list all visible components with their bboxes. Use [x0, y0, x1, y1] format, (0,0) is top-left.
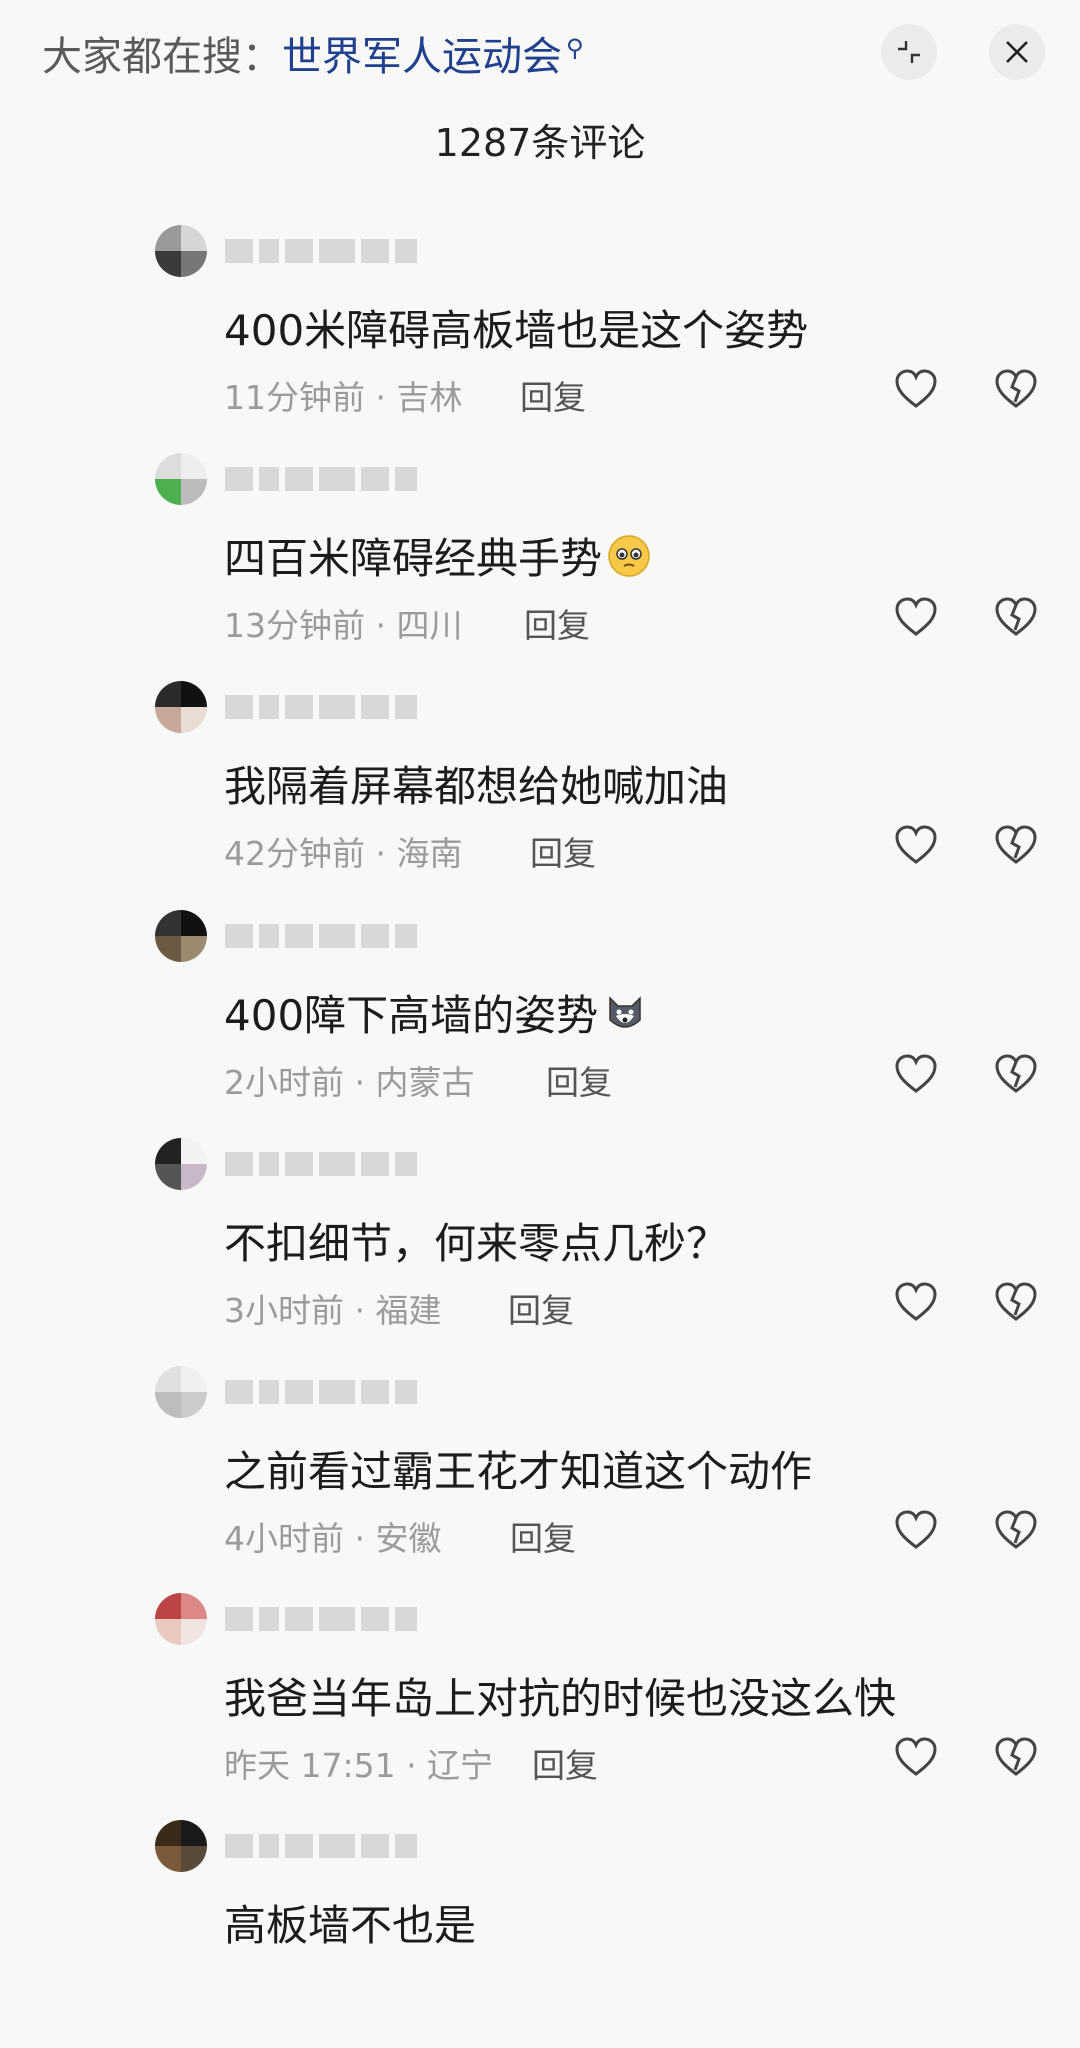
reply-button[interactable]: 回复	[510, 1512, 576, 1560]
comment-item: 四百米障碍经典手势 13分钟前 · 四川 回复	[0, 453, 1080, 681]
username-blurred[interactable]	[225, 695, 465, 723]
dislike-button[interactable]	[990, 593, 1042, 645]
close-icon	[1006, 41, 1028, 63]
comment-text-content: 四百米障碍经典手势	[224, 534, 603, 583]
avatar[interactable]	[155, 1366, 207, 1418]
comment-text-content: 我爸当年岛上对抗的时候也没这么快	[224, 1674, 897, 1723]
heart-icon	[894, 1054, 938, 1098]
broken-heart-icon	[994, 1054, 1038, 1098]
comment-text: 400障下高墙的姿势	[224, 982, 648, 1043]
comment-item: 不扣细节，何来零点几秒？ 3小时前 · 福建 回复	[0, 1138, 1080, 1366]
broken-heart-icon	[994, 825, 1038, 869]
broken-heart-icon	[994, 597, 1038, 641]
search-prefix: 大家都在搜：	[42, 34, 282, 80]
dislike-button[interactable]	[990, 1506, 1042, 1558]
avatar[interactable]	[155, 1138, 207, 1190]
heart-icon	[894, 369, 938, 413]
comment-meta: 2小时前 · 内蒙古	[224, 1063, 475, 1102]
reply-button[interactable]: 回复	[524, 599, 590, 647]
comment-text: 之前看过霸王花才知道这个动作	[224, 1438, 812, 1499]
avatar[interactable]	[155, 681, 207, 733]
reply-button[interactable]: 回复	[530, 827, 596, 875]
comment-text: 我爸当年岛上对抗的时候也没这么快	[224, 1665, 896, 1726]
comment-count: 1287条评论	[434, 121, 646, 165]
heart-icon	[894, 1282, 938, 1326]
comment-meta: 13分钟前 · 四川	[224, 606, 463, 645]
comment-meta: 42分钟前 · 海南	[224, 834, 463, 873]
comment-item: 之前看过霸王花才知道这个动作 4小时前 · 安徽 回复	[0, 1366, 1080, 1594]
comment-text-content: 400米障碍高板墙也是这个姿势	[224, 306, 809, 355]
avatar[interactable]	[155, 910, 207, 962]
comment-item: 高板墙不也是	[0, 1820, 1080, 2048]
heart-icon	[894, 597, 938, 641]
reply-button[interactable]: 回复	[508, 1284, 574, 1332]
close-button[interactable]	[989, 24, 1045, 80]
search-keyword[interactable]: 世界军人运动会	[282, 34, 562, 80]
avatar[interactable]	[155, 1593, 207, 1645]
collapse-button[interactable]	[881, 24, 937, 80]
comment-text-content: 我隔着屏幕都想给她喊加油	[224, 762, 729, 811]
comment-text-content: 不扣细节，何来零点几秒？	[224, 1219, 729, 1268]
comment-text-content: 之前看过霸王花才知道这个动作	[224, 1447, 813, 1496]
comment-item: 我爸当年岛上对抗的时候也没这么快昨天 17:51 · 辽宁 回复	[0, 1593, 1080, 1821]
search-icon: ⚲	[566, 33, 584, 62]
avatar[interactable]	[155, 453, 207, 505]
comment-item: 我隔着屏幕都想给她喊加油 42分钟前 · 海南 回复	[0, 681, 1080, 909]
collapse-icon	[898, 41, 920, 63]
username-blurred[interactable]	[225, 239, 465, 267]
username-blurred[interactable]	[225, 1834, 465, 1862]
comment-text: 四百米障碍经典手势	[224, 525, 652, 586]
reply-button[interactable]: 回复	[520, 371, 586, 419]
avatar[interactable]	[155, 225, 207, 277]
dislike-button[interactable]	[990, 1733, 1042, 1785]
like-button[interactable]	[890, 1278, 942, 1330]
dislike-button[interactable]	[990, 821, 1042, 873]
reply-button[interactable]: 回复	[532, 1739, 598, 1787]
dog-face-emoji	[609, 996, 641, 1028]
dislike-button[interactable]	[990, 1050, 1042, 1102]
comment-meta: 昨天 17:51 · 辽宁	[224, 1746, 494, 1785]
heart-icon	[894, 825, 938, 869]
search-suggestion[interactable]: 大家都在搜：世界军人运动会 ⚲	[42, 24, 584, 82]
heart-icon	[894, 1737, 938, 1781]
comment-meta: 3小时前 · 福建	[224, 1291, 442, 1330]
username-blurred[interactable]	[225, 1380, 465, 1408]
username-blurred[interactable]	[225, 1152, 465, 1180]
broken-heart-icon	[994, 1510, 1038, 1554]
top-bar: 大家都在搜：世界军人运动会 ⚲	[0, 0, 1080, 100]
like-button[interactable]	[890, 1050, 942, 1102]
comment-text: 我隔着屏幕都想给她喊加油	[224, 753, 728, 814]
username-blurred[interactable]	[225, 467, 465, 495]
pleading-face-emoji	[608, 535, 650, 577]
avatar[interactable]	[155, 1820, 207, 1872]
comment-meta: 11分钟前 · 吉林	[224, 378, 463, 417]
heart-icon	[894, 1510, 938, 1554]
comment-text: 不扣细节，何来零点几秒？	[224, 1210, 728, 1271]
like-button[interactable]	[890, 1733, 942, 1785]
dislike-button[interactable]	[990, 1278, 1042, 1330]
comment-text: 高板墙不也是	[224, 1892, 476, 1953]
like-button[interactable]	[890, 821, 942, 873]
broken-heart-icon	[994, 1737, 1038, 1781]
comment-text: 400米障碍高板墙也是这个姿势	[224, 297, 808, 358]
comment-item: 400障下高墙的姿势 2小时前 · 内蒙古 回复	[0, 910, 1080, 1138]
comment-meta: 4小时前 · 安徽	[224, 1519, 442, 1558]
comment-text-content: 400障下高墙的姿势	[224, 991, 599, 1040]
comment-item: 400米障碍高板墙也是这个姿势 11分钟前 · 吉林 回复	[0, 225, 1080, 453]
like-button[interactable]	[890, 593, 942, 645]
comment-text-content: 高板墙不也是	[224, 1901, 477, 1950]
like-button[interactable]	[890, 365, 942, 417]
username-blurred[interactable]	[225, 1607, 465, 1635]
broken-heart-icon	[994, 1282, 1038, 1326]
username-blurred[interactable]	[225, 924, 465, 952]
broken-heart-icon	[994, 369, 1038, 413]
reply-button[interactable]: 回复	[546, 1056, 612, 1104]
dislike-button[interactable]	[990, 365, 1042, 417]
like-button[interactable]	[890, 1506, 942, 1558]
